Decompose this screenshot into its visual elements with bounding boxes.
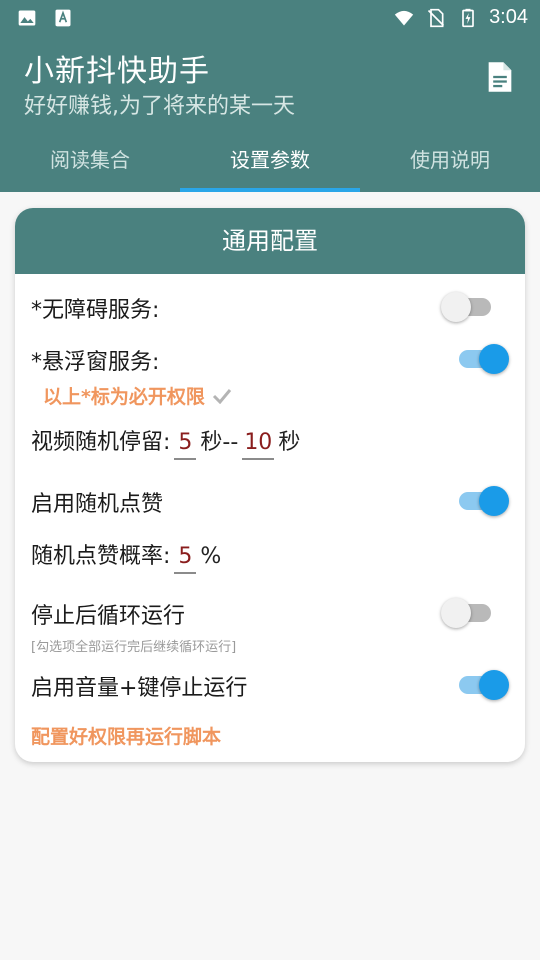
loop-run-row: 停止后循环运行 [31,598,509,634]
app-header: 3:04 小新抖快助手 好好赚钱,为了将来的某一天 阅读集合 设置参数 使用说明 [0,0,540,192]
footer-note: 配置好权限再运行脚本 [31,726,222,748]
app-title: 小新抖快助手 [24,54,210,89]
volume-stop-label: 启用音量+键停止运行 [31,676,248,701]
like-rate-unit: % [200,544,222,569]
tab-instructions[interactable]: 使用说明 [360,130,540,192]
required-permission-note: 以上*标为必开权限 [43,382,232,409]
accessibility-service-row: *无障碍服务: [31,292,509,328]
switch-thumb [479,344,509,374]
random-like-label: 启用随机点赞 [31,492,164,517]
loop-run-label: 停止后循环运行 [31,604,186,629]
volume-stop-switch[interactable] [453,666,509,702]
video-stay-separator: 秒-- [200,430,239,455]
switch-thumb [441,292,471,322]
check-icon [212,389,231,404]
switch-thumb [479,670,509,700]
floating-window-label: *悬浮窗服务: [31,350,160,375]
wifi-icon [394,10,414,25]
like-rate-row: 随机点赞概率: 5% [31,538,509,574]
loop-run-switch[interactable] [441,594,497,630]
video-stay-max-input[interactable]: 10 [242,430,275,460]
like-rate-label: 随机点赞概率: [31,544,171,569]
floating-window-switch[interactable] [453,340,509,376]
random-like-row: 启用随机点赞 [31,486,509,522]
accessibility-service-label: *无障碍服务: [31,298,160,323]
switch-thumb [441,598,471,628]
tab-reading[interactable]: 阅读集合 [0,130,180,192]
switch-thumb [479,486,509,516]
general-config-card: 通用配置 *无障碍服务: *悬浮窗服务: 以上*标为必开权限 视频随机停留: 5 秒… [15,208,525,762]
status-bar: 3:04 [0,0,540,36]
volume-stop-row: 启用音量+键停止运行 [31,670,509,706]
document-icon[interactable] [486,60,514,94]
app-subtitle: 好好赚钱,为了将来的某一天 [24,94,295,119]
video-stay-unit: 秒 [278,430,301,455]
status-time: 3:04 [489,6,528,28]
image-icon [18,10,36,26]
video-stay-row: 视频随机停留: 5 秒-- 10 秒 [31,424,509,460]
card-title: 通用配置 [15,208,525,274]
video-stay-label: 视频随机停留: [31,430,171,455]
no-sim-icon [427,8,445,27]
accessibility-service-switch[interactable] [441,288,497,324]
required-permission-text: 以上*标为必开权限 [43,386,205,408]
accessibility-app-icon [55,9,71,27]
battery-charging-icon [462,8,474,27]
floating-window-row: *悬浮窗服务: [31,344,509,380]
loop-run-hint: [勾选项全部运行完后继续循环运行] [31,640,237,655]
tab-bar: 阅读集合 设置参数 使用说明 [0,130,540,192]
random-like-switch[interactable] [453,482,509,518]
tab-settings[interactable]: 设置参数 [180,130,360,192]
video-stay-min-input[interactable]: 5 [174,430,197,460]
like-rate-input[interactable]: 5 [174,544,197,574]
